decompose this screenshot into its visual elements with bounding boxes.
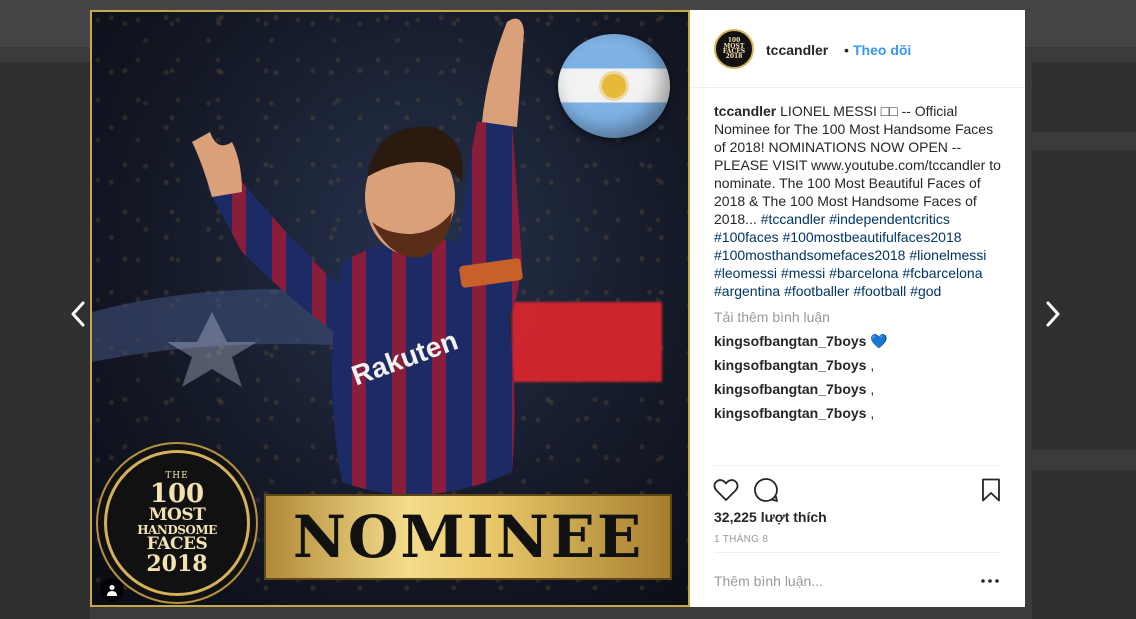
comment-text: ,: [870, 357, 875, 373]
hundred-most-handsome-seal: THE 100 MOST HANDSOME FACES 2018: [104, 450, 250, 596]
comment-item: kingsofbangtan_7boys ,: [714, 405, 874, 421]
person-icon: [107, 585, 117, 596]
seal-line: MOST: [148, 504, 206, 525]
comment-username[interactable]: kingsofbangtan_7boys: [714, 381, 866, 397]
previous-post-button[interactable]: [63, 298, 93, 330]
hashtag-link[interactable]: #100mostbeautifulfaces2018: [783, 229, 962, 245]
comment-item: kingsofbangtan_7boys ,: [714, 357, 874, 373]
post-details-panel: 100 MOST FACES 2018 tccandler • Theo dõi…: [690, 10, 1025, 607]
comment-username[interactable]: kingsofbangtan_7boys: [714, 357, 866, 373]
like-button[interactable]: [712, 476, 740, 504]
comment-text: ,: [870, 405, 875, 421]
post-header: 100 MOST FACES 2018 tccandler • Theo dõi: [690, 10, 1025, 88]
follow-button[interactable]: Theo dõi: [853, 42, 911, 58]
next-post-button[interactable]: [1038, 298, 1068, 330]
comment-bubble-icon: [754, 478, 778, 502]
bookmark-icon: [982, 478, 1000, 502]
comment-item: kingsofbangtan_7boys 💙: [714, 333, 888, 350]
seal-line: FACES: [146, 533, 208, 554]
separator-dot: •: [844, 42, 849, 58]
argentina-flag-badge: [558, 34, 670, 138]
heart-icon: [713, 479, 739, 501]
save-button[interactable]: [977, 476, 1005, 504]
comment-button[interactable]: [752, 476, 780, 504]
chevron-left-icon: [71, 301, 85, 327]
nominee-banner: NOMINEE: [264, 494, 672, 580]
seal-line: 2018: [146, 550, 208, 577]
caption-text: LIONEL MESSI □□ -- Official Nominee for …: [714, 103, 1001, 227]
user-tag-icon[interactable]: [100, 578, 124, 602]
post-caption: tccandler LIONEL MESSI □□ -- Official No…: [714, 102, 1004, 300]
hashtag-link[interactable]: #fcbarcelona: [902, 265, 982, 281]
hashtag-link[interactable]: #independentcritics: [829, 211, 950, 227]
hashtag-link[interactable]: #tccandler: [761, 211, 826, 227]
comment-item: kingsofbangtan_7boys ,: [714, 381, 874, 397]
hashtag-link[interactable]: #100mosthandsomefaces2018: [714, 247, 905, 263]
nominee-label: NOMINEE: [292, 503, 644, 571]
load-more-comments-button[interactable]: Tải thêm bình luận: [714, 309, 830, 325]
avatar-logo-line: 2018: [725, 53, 743, 61]
post-author-username[interactable]: tccandler: [766, 42, 828, 58]
caption-username[interactable]: tccandler: [714, 103, 776, 119]
avatar[interactable]: 100 MOST FACES 2018: [714, 29, 754, 69]
divider: [714, 552, 1001, 553]
hashtag-link[interactable]: #argentina: [714, 283, 780, 299]
hashtag-link[interactable]: #god: [910, 283, 941, 299]
hashtag-link[interactable]: #100faces: [714, 229, 779, 245]
hashtag-link[interactable]: #footballer: [784, 283, 849, 299]
comment-username[interactable]: kingsofbangtan_7boys: [714, 405, 866, 421]
chevron-right-icon: [1046, 301, 1060, 327]
comment-username[interactable]: kingsofbangtan_7boys: [714, 333, 866, 349]
hashtag-link[interactable]: #leomessi: [714, 265, 777, 281]
likes-count[interactable]: 32,225 lượt thích: [714, 509, 827, 525]
post-date[interactable]: 1 THÁNG 8: [714, 534, 768, 545]
hashtag-link[interactable]: #football: [853, 283, 906, 299]
more-options-button[interactable]: [978, 572, 1002, 590]
hashtag-link[interactable]: #lionelmessi: [909, 247, 986, 263]
divider: [714, 465, 1001, 466]
hashtag-link[interactable]: #messi: [781, 265, 825, 281]
comment-text: 💙: [870, 333, 888, 349]
sun-of-may-icon: [602, 74, 626, 98]
comment-text: ,: [870, 381, 875, 397]
more-horizontal-icon: [981, 579, 999, 583]
post-modal: Rakuten THE 100 MOST HANDSOME FACES 2018…: [90, 10, 1025, 607]
post-image[interactable]: Rakuten THE 100 MOST HANDSOME FACES 2018…: [90, 10, 690, 607]
hashtag-link[interactable]: #barcelona: [829, 265, 898, 281]
seal-line: 100: [149, 478, 205, 509]
add-comment-input[interactable]: [714, 570, 964, 592]
